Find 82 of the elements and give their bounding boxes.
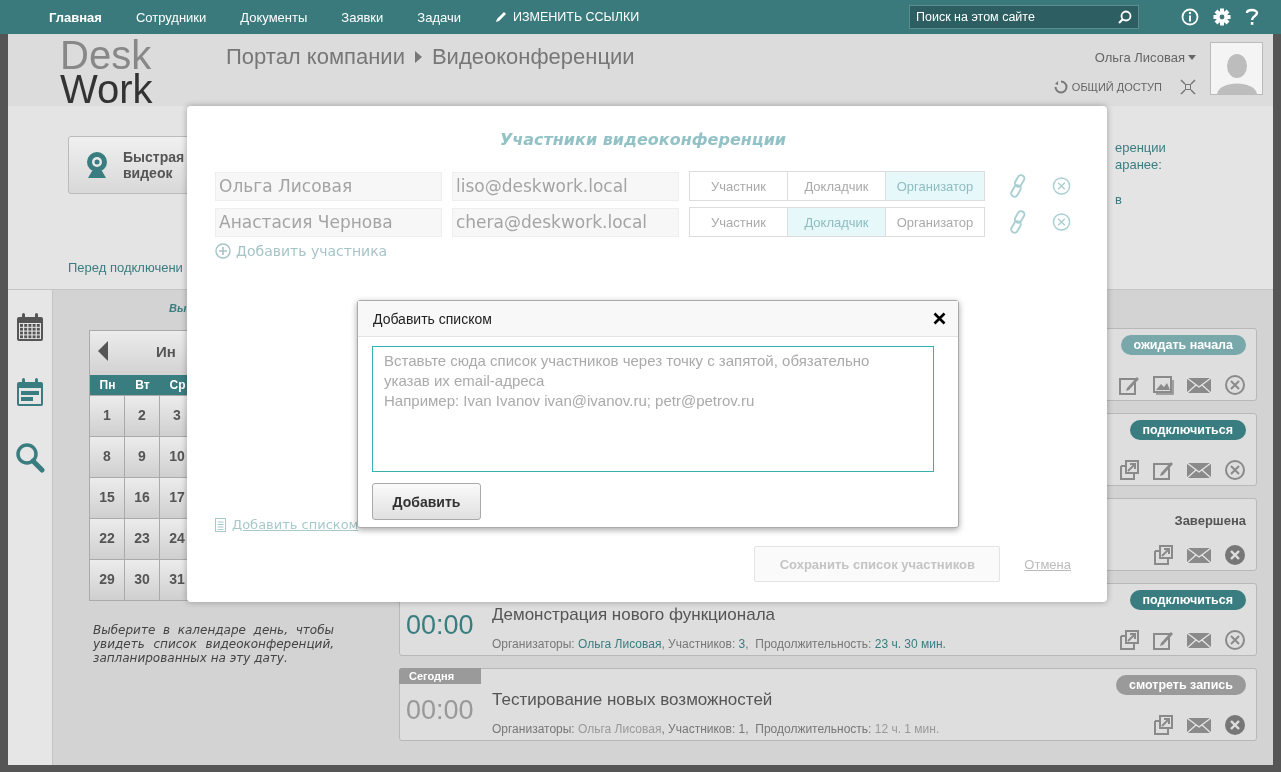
nav-link[interactable]: Заявки: [341, 9, 384, 25]
calendar-day[interactable]: 16: [125, 477, 160, 518]
calendar-day[interactable]: 9: [125, 436, 160, 477]
close-icon[interactable]: [933, 312, 946, 325]
status-button[interactable]: подключиться: [1129, 590, 1246, 610]
remove-icon[interactable]: [1224, 714, 1246, 736]
weekday-label: Ср: [168, 377, 187, 394]
conference-time: 00:00: [406, 695, 474, 726]
nav-link[interactable]: Главная: [49, 9, 102, 25]
help-icon[interactable]: [1245, 8, 1259, 26]
nav-link[interactable]: Документы: [240, 9, 308, 25]
calendar-day[interactable]: 1: [90, 395, 125, 436]
remove-icon[interactable]: [1224, 374, 1246, 396]
settings-icon[interactable]: [1213, 8, 1231, 26]
external-link-icon[interactable]: [1118, 459, 1140, 481]
modal-title: Участники видеоконференции: [498, 130, 788, 149]
external-link-icon[interactable]: [1152, 544, 1174, 566]
search-field[interactable]: Поиск на этом сайте: [909, 5, 1139, 29]
calendar-hint: Выберите в календаре день, чтобы увидеть список видеоконференций, запланированных на эту дату.: [91, 623, 334, 665]
nav-link[interactable]: Задачи: [417, 9, 461, 25]
calendar-day[interactable]: 30: [125, 559, 160, 600]
edit-icon[interactable]: [1152, 459, 1174, 481]
calendar-day[interactable]: 15: [90, 477, 125, 518]
status-label: Завершена: [1174, 513, 1246, 528]
edit-links-button[interactable]: ИЗМЕНИТЬ ССЫЛКИ: [494, 10, 640, 24]
page-title: Видеоконференции: [431, 44, 635, 70]
conference-details: Организаторы: Ольга Лисовая, Участников: 1, Продолжительность: 12 ч. 1 мин.: [492, 722, 941, 736]
breadcrumb-link[interactable]: Портал компании: [226, 44, 405, 70]
list-icon: [215, 517, 226, 532]
chevron-icon: [414, 51, 422, 63]
calendar-day[interactable]: 29: [90, 559, 125, 600]
status-button[interactable]: смотреть запись: [1115, 675, 1246, 695]
external-link-icon[interactable]: [1118, 629, 1140, 651]
conference-details: Организаторы: Ольга Лисовая, Участников: 3, Продолжительность: 23 ч. 30 мин.: [492, 637, 947, 651]
add-button[interactable]: Добавить: [372, 483, 481, 520]
calendar-icon: [16, 377, 44, 407]
edit-icon[interactable]: [1152, 629, 1174, 651]
calendar-day[interactable]: 8: [90, 436, 125, 477]
info-text: еренции аранее:: [1115, 140, 1166, 172]
external-link-icon[interactable]: [1152, 714, 1174, 736]
month-label: Ин: [156, 342, 176, 360]
search-icon: [15, 442, 45, 474]
calendar-heading: Вы: [169, 302, 187, 316]
status-button[interactable]: ожидать начала: [1120, 335, 1246, 355]
webcam-icon: [85, 151, 109, 179]
dialog-title: Добавить списком: [373, 310, 493, 327]
calendar-day[interactable]: 23: [125, 518, 160, 559]
image-icon[interactable]: [1152, 374, 1174, 396]
search-icon[interactable]: [1118, 10, 1132, 24]
previous-month-icon[interactable]: [98, 341, 108, 361]
calendar-icon: [16, 312, 44, 342]
remove-icon[interactable]: [1224, 459, 1246, 481]
date-tag: Сегодня: [399, 668, 481, 684]
remove-icon[interactable]: [1224, 544, 1246, 566]
refresh-icon: [1053, 80, 1068, 94]
plus-icon: [215, 243, 231, 259]
info-text: в: [1115, 191, 1123, 208]
info-text: Перед подключени: [68, 260, 184, 275]
calendar-day[interactable]: 22: [90, 518, 125, 559]
link-icon[interactable]: [1009, 209, 1028, 235]
remove-icon[interactable]: [1224, 629, 1246, 651]
participants-input[interactable]: Вставьте сюда список участников через точку с запятой, обязательно указав их email-адреса Например: Ivan Ivanov ivan@ivanov.ru; petr@petrov.ru: [372, 346, 934, 472]
fullscreen-icon[interactable]: [1180, 79, 1196, 95]
weekday-label: Пн: [98, 377, 117, 394]
avatar: [1210, 42, 1263, 95]
remove-icon[interactable]: [1052, 176, 1071, 196]
conference-title: Тестирование новых возможностей: [492, 690, 774, 710]
conference-title: Демонстрация нового функционала: [492, 605, 777, 625]
status-button[interactable]: подключиться: [1129, 420, 1246, 440]
share-button[interactable]: ОБЩИЙ ДОСТУП: [1053, 80, 1162, 94]
logo: Desk Work: [60, 38, 154, 107]
edit-icon[interactable]: [1118, 374, 1140, 396]
pencil-icon: [494, 11, 507, 23]
info-icon[interactable]: [1181, 8, 1199, 26]
link-icon[interactable]: [1009, 173, 1028, 199]
conference-time: 00:00: [406, 610, 474, 641]
nav-link[interactable]: Сотрудники: [135, 9, 207, 25]
user-menu[interactable]: Ольга Лисовая: [1094, 50, 1196, 65]
weekday-label: Вт: [134, 377, 151, 394]
remove-icon[interactable]: [1052, 212, 1071, 232]
caret-icon: [1188, 55, 1196, 60]
calendar-day[interactable]: 2: [125, 395, 160, 436]
